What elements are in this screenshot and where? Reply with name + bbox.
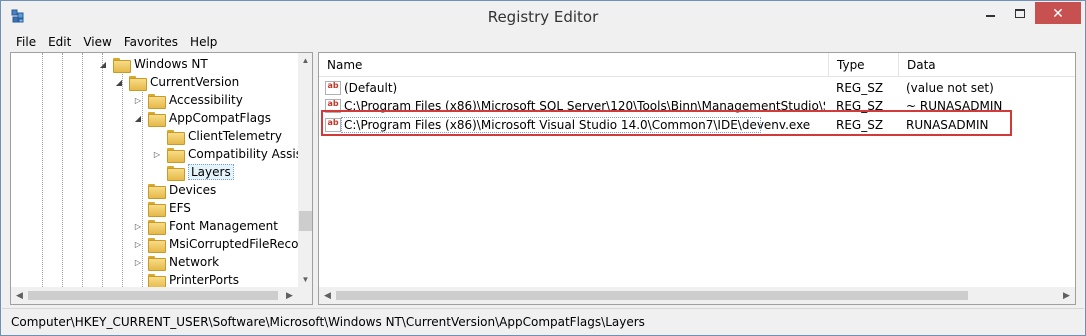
scroll-right-icon[interactable]: ▶	[1058, 287, 1075, 304]
tree-item-compatibility-assistant[interactable]: ▷ Compatibility Assista	[151, 145, 313, 163]
tree-item-label: ClientTelemetry	[188, 129, 282, 143]
tree-item-label: Layers	[188, 164, 234, 180]
folder-icon	[167, 147, 185, 163]
folder-icon	[148, 219, 166, 235]
tree-item-msicorruptedfilerecovery[interactable]: ▷ MsiCorruptedFileRecove	[132, 235, 313, 253]
tree-item-clienttelemetry[interactable]: ClientTelemetry	[151, 127, 282, 145]
tree-item-label: MsiCorruptedFileRecove	[169, 237, 313, 251]
tree-item-accessibility[interactable]: ▷ Accessibility	[132, 91, 243, 109]
tree-item-label: PrinterPorts	[169, 273, 239, 287]
tree-guide-line	[82, 53, 83, 287]
tree-guide-line	[102, 53, 103, 287]
column-header-type[interactable]: Type	[829, 53, 899, 77]
minimize-icon	[985, 15, 995, 17]
red-highlight-annotation	[321, 110, 1012, 136]
folder-icon	[148, 111, 166, 127]
close-icon: ✕	[1052, 4, 1064, 21]
tree-horizontal-scrollbar[interactable]: ◀ ▶	[11, 287, 298, 304]
value-row-default[interactable]: ab (Default) REG_SZ (value not set)	[319, 79, 1059, 97]
collapse-arrow-icon[interactable]: ◢	[113, 76, 125, 88]
scroll-left-icon[interactable]: ◀	[319, 287, 336, 304]
window-title: Registry Editor	[487, 8, 599, 26]
value-data: (value not set)	[906, 81, 994, 95]
menu-bar: File Edit View Favorites Help	[2, 32, 1084, 52]
minimize-button[interactable]	[976, 2, 1004, 24]
scrollbar-thumb[interactable]	[336, 291, 968, 300]
list-horizontal-scrollbar[interactable]: ◀ ▶	[319, 287, 1075, 304]
folder-icon	[148, 273, 166, 289]
value-type: REG_SZ	[836, 81, 884, 95]
menu-help[interactable]: Help	[184, 35, 223, 49]
tree-item-label: Font Management	[169, 219, 278, 233]
menu-file[interactable]: File	[2, 35, 42, 49]
close-button[interactable]: ✕	[1035, 2, 1081, 24]
value-name-cell: ab (Default)	[325, 79, 825, 97]
folder-icon	[167, 165, 185, 181]
scroll-up-icon[interactable]: ▲	[298, 53, 312, 68]
tree-item-label: Compatibility Assista	[188, 147, 313, 161]
tree-item-windows-nt[interactable]: ◢ Windows NT	[97, 55, 208, 73]
tree-item-network[interactable]: ▷ Network	[132, 253, 219, 271]
scroll-down-icon[interactable]: ▼	[298, 272, 312, 287]
values-list-pane[interactable]: Name Type Data ab (Default) REG_SZ (valu…	[318, 52, 1076, 305]
status-bar: Computer\HKEY_CURRENT_USER\Software\Micr…	[2, 308, 1084, 335]
column-header-data[interactable]: Data	[899, 53, 1075, 77]
tree-item-font-management[interactable]: ▷ Font Management	[132, 217, 278, 235]
title-bar[interactable]: Registry Editor ✕	[1, 1, 1085, 32]
registry-editor-window: Registry Editor ✕ File Edit View Favorit…	[0, 0, 1086, 336]
tree-item-label: EFS	[169, 201, 191, 215]
folder-icon	[148, 93, 166, 109]
tree-item-appcompatflags[interactable]: ◢ AppCompatFlags	[132, 109, 271, 127]
current-key-path: Computer\HKEY_CURRENT_USER\Software\Micr…	[11, 315, 645, 329]
folder-icon	[148, 183, 166, 199]
maximize-button[interactable]	[1006, 2, 1034, 24]
folder-icon	[167, 129, 185, 145]
expand-arrow-icon[interactable]: ▷	[132, 220, 144, 232]
key-tree-pane[interactable]: ◢ Windows NT ◢ CurrentVersion ▷ Accessib…	[10, 52, 313, 305]
scroll-left-icon[interactable]: ◀	[11, 287, 28, 304]
tree-item-devices[interactable]: Devices	[132, 181, 216, 199]
tree-item-label: Accessibility	[169, 93, 243, 107]
menu-edit[interactable]: Edit	[42, 35, 77, 49]
tree-item-efs[interactable]: EFS	[132, 199, 191, 217]
expand-arrow-icon[interactable]: ▷	[132, 238, 144, 250]
tree-item-currentversion[interactable]: ◢ CurrentVersion	[113, 73, 239, 91]
scrollbar-corner	[298, 287, 312, 304]
scrollbar-thumb[interactable]	[28, 291, 278, 300]
folder-icon	[148, 255, 166, 271]
maximize-icon	[1015, 8, 1025, 18]
menu-favorites[interactable]: Favorites	[118, 35, 184, 49]
tree-item-layers[interactable]: Layers	[151, 163, 234, 181]
scrollbar-thumb[interactable]	[299, 211, 312, 231]
folder-icon	[129, 75, 147, 91]
tree-item-label: AppCompatFlags	[169, 111, 271, 125]
collapse-arrow-icon[interactable]: ◢	[132, 112, 144, 124]
column-header-name[interactable]: Name	[319, 53, 829, 77]
tree-guide-line	[62, 53, 63, 287]
tree-item-label: Network	[169, 255, 220, 269]
folder-icon	[148, 237, 166, 253]
tree-item-label: Windows NT	[134, 57, 208, 71]
folder-icon	[113, 57, 131, 73]
folder-icon	[148, 201, 166, 217]
tree-guide-line	[42, 53, 43, 287]
tree-guide-line	[122, 71, 123, 287]
expand-arrow-icon[interactable]: ▷	[151, 148, 163, 160]
value-name: (Default)	[344, 81, 398, 95]
collapse-arrow-icon[interactable]: ◢	[97, 58, 109, 70]
tree-vertical-scrollbar[interactable]: ▲ ▼	[298, 53, 312, 287]
expand-arrow-icon[interactable]: ▷	[132, 256, 144, 268]
scroll-right-icon[interactable]: ▶	[281, 287, 298, 304]
menu-view[interactable]: View	[77, 35, 117, 49]
string-value-icon: ab	[325, 81, 341, 95]
expand-arrow-icon[interactable]: ▷	[132, 94, 144, 106]
tree-item-label: CurrentVersion	[150, 75, 240, 89]
tree-item-label: Devices	[169, 183, 217, 197]
